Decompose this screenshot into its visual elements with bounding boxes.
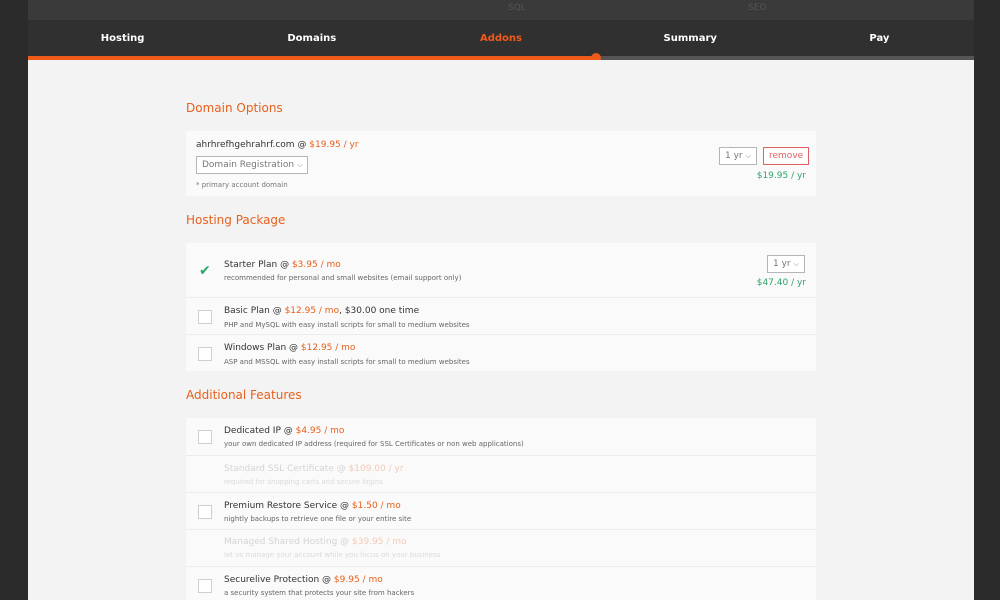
feature-description: nightly backups to retrieve one file or … bbox=[224, 515, 412, 523]
feature-row-dedicated-ip[interactable]: Dedicated IP @ $4.95 / mo your own dedic… bbox=[186, 418, 816, 455]
plan-title: Starter Plan @ $3.95 / mo bbox=[224, 260, 341, 270]
plan-title: Windows Plan @ $12.95 / mo bbox=[224, 343, 355, 353]
plan-name: Windows Plan @ bbox=[224, 343, 301, 353]
step-pay[interactable]: Pay bbox=[785, 20, 974, 56]
plan-name: Basic Plan @ bbox=[224, 306, 285, 316]
additional-features-panel: Dedicated IP @ $4.95 / mo your own dedic… bbox=[186, 418, 816, 600]
plan-price: $12.95 / mo bbox=[300, 343, 356, 353]
feature-name: Securelive Protection @ bbox=[224, 575, 334, 585]
step-summary[interactable]: Summary bbox=[596, 20, 785, 56]
feature-description: required for shopping carts and secure l… bbox=[224, 478, 383, 486]
addons-page: Domain Options ahrhrefhgehrahrf.com @ $1… bbox=[28, 60, 974, 600]
domain-price: $19.95 / yr bbox=[309, 140, 359, 150]
feature-description: your own dedicated IP address (required … bbox=[224, 440, 524, 448]
top-strip-left-text: SQL bbox=[508, 3, 526, 13]
feature-price: $109.00 / yr bbox=[348, 464, 404, 474]
hosting-package-title: Hosting Package bbox=[186, 213, 286, 227]
step-hosting[interactable]: Hosting bbox=[28, 20, 217, 56]
plan-price: $3.95 / mo bbox=[291, 260, 341, 270]
domain-at: @ bbox=[294, 140, 310, 150]
feature-name: Standard SSL Certificate @ bbox=[224, 464, 349, 474]
plan-term-select[interactable]: 1 yr ⌵ bbox=[767, 255, 805, 273]
feature-price: $1.50 / mo bbox=[351, 501, 401, 511]
domain-name: ahrhrefhgehrahrf.com bbox=[196, 140, 295, 150]
plan-row-windows[interactable]: Windows Plan @ $12.95 / mo ASP and MSSQL… bbox=[186, 334, 816, 371]
feature-description: let us manage your account while you foc… bbox=[224, 551, 441, 559]
step-domains[interactable]: Domains bbox=[217, 20, 406, 56]
plan-row-basic[interactable]: Basic Plan @ $12.95 / mo, $30.00 one tim… bbox=[186, 297, 816, 334]
domain-registration-select[interactable]: Domain Registration ⌵ bbox=[196, 156, 309, 174]
feature-checkbox[interactable] bbox=[198, 505, 212, 519]
feature-title: Standard SSL Certificate @ $109.00 / yr bbox=[224, 464, 404, 474]
domain-options-panel: ahrhrefhgehrahrf.com @ $19.95 / yr Domai… bbox=[186, 131, 816, 196]
feature-name: Managed Shared Hosting @ bbox=[224, 537, 352, 547]
domain-term-select[interactable]: 1 yr ⌵ bbox=[719, 147, 757, 165]
feature-price: $9.95 / mo bbox=[333, 575, 383, 585]
plan-name: Starter Plan @ bbox=[224, 260, 292, 270]
checkout-steps-nav: Hosting Domains Addons Summary Pay bbox=[28, 20, 974, 56]
feature-title: Premium Restore Service @ $1.50 / mo bbox=[224, 501, 401, 511]
plan-title: Basic Plan @ $12.95 / mo, $30.00 one tim… bbox=[224, 306, 419, 316]
hosting-package-panel: ✔ Starter Plan @ $3.95 / mo recommended … bbox=[186, 243, 816, 371]
plan-row-starter[interactable]: ✔ Starter Plan @ $3.95 / mo recommended … bbox=[186, 243, 816, 297]
primary-domain-note: * primary account domain bbox=[196, 181, 288, 189]
plan-description: PHP and MySQL with easy install scripts … bbox=[224, 321, 470, 329]
additional-features-title: Additional Features bbox=[186, 388, 302, 402]
domain-options-title: Domain Options bbox=[186, 101, 283, 115]
plan-checkbox[interactable] bbox=[198, 347, 212, 361]
feature-description: a security system that protects your sit… bbox=[224, 589, 415, 597]
step-addons[interactable]: Addons bbox=[406, 20, 595, 56]
feature-row-managed-hosting: Managed Shared Hosting @ $39.95 / mo let… bbox=[186, 529, 816, 566]
domain-registration-value: Domain Registration bbox=[202, 160, 295, 170]
top-strip-right-text: SEO bbox=[748, 3, 767, 13]
feature-title: Dedicated IP @ $4.95 / mo bbox=[224, 426, 344, 436]
plan-description: recommended for personal and small websi… bbox=[224, 274, 462, 282]
remove-domain-button[interactable]: remove bbox=[763, 147, 810, 165]
chevron-down-icon: ⌵ bbox=[297, 161, 303, 169]
top-strip: SQL SEO bbox=[28, 0, 974, 20]
feature-name: Premium Restore Service @ bbox=[224, 501, 352, 511]
feature-price: $39.95 / mo bbox=[352, 537, 407, 547]
feature-checkbox[interactable] bbox=[198, 579, 212, 593]
check-icon[interactable]: ✔ bbox=[199, 264, 211, 278]
feature-row-securelive[interactable]: Securelive Protection @ $9.95 / mo a sec… bbox=[186, 566, 816, 600]
feature-title: Securelive Protection @ $9.95 / mo bbox=[224, 575, 383, 585]
chevron-down-icon: ⌵ bbox=[793, 260, 799, 268]
feature-title: Managed Shared Hosting @ $39.95 / mo bbox=[224, 537, 407, 547]
feature-name: Dedicated IP @ bbox=[224, 426, 296, 436]
plan-extra: , $30.00 one time bbox=[339, 306, 420, 316]
feature-price: $4.95 / mo bbox=[295, 426, 345, 436]
plan-total: $47.40 / yr bbox=[756, 278, 806, 288]
domain-line: ahrhrefhgehrahrf.com @ $19.95 / yr bbox=[196, 140, 359, 150]
feature-checkbox[interactable] bbox=[198, 430, 212, 444]
feature-row-ssl-certificate: Standard SSL Certificate @ $109.00 / yr … bbox=[186, 455, 816, 492]
domain-total: $19.95 / yr bbox=[756, 171, 806, 181]
plan-price: $12.95 / mo bbox=[284, 306, 340, 316]
chevron-down-icon: ⌵ bbox=[745, 152, 751, 160]
plan-description: ASP and MSSQL with easy install scripts … bbox=[224, 358, 470, 366]
feature-row-premium-restore[interactable]: Premium Restore Service @ $1.50 / mo nig… bbox=[186, 492, 816, 529]
plan-checkbox[interactable] bbox=[198, 310, 212, 324]
plan-term-value: 1 yr bbox=[773, 259, 791, 269]
domain-term-value: 1 yr bbox=[725, 151, 743, 161]
